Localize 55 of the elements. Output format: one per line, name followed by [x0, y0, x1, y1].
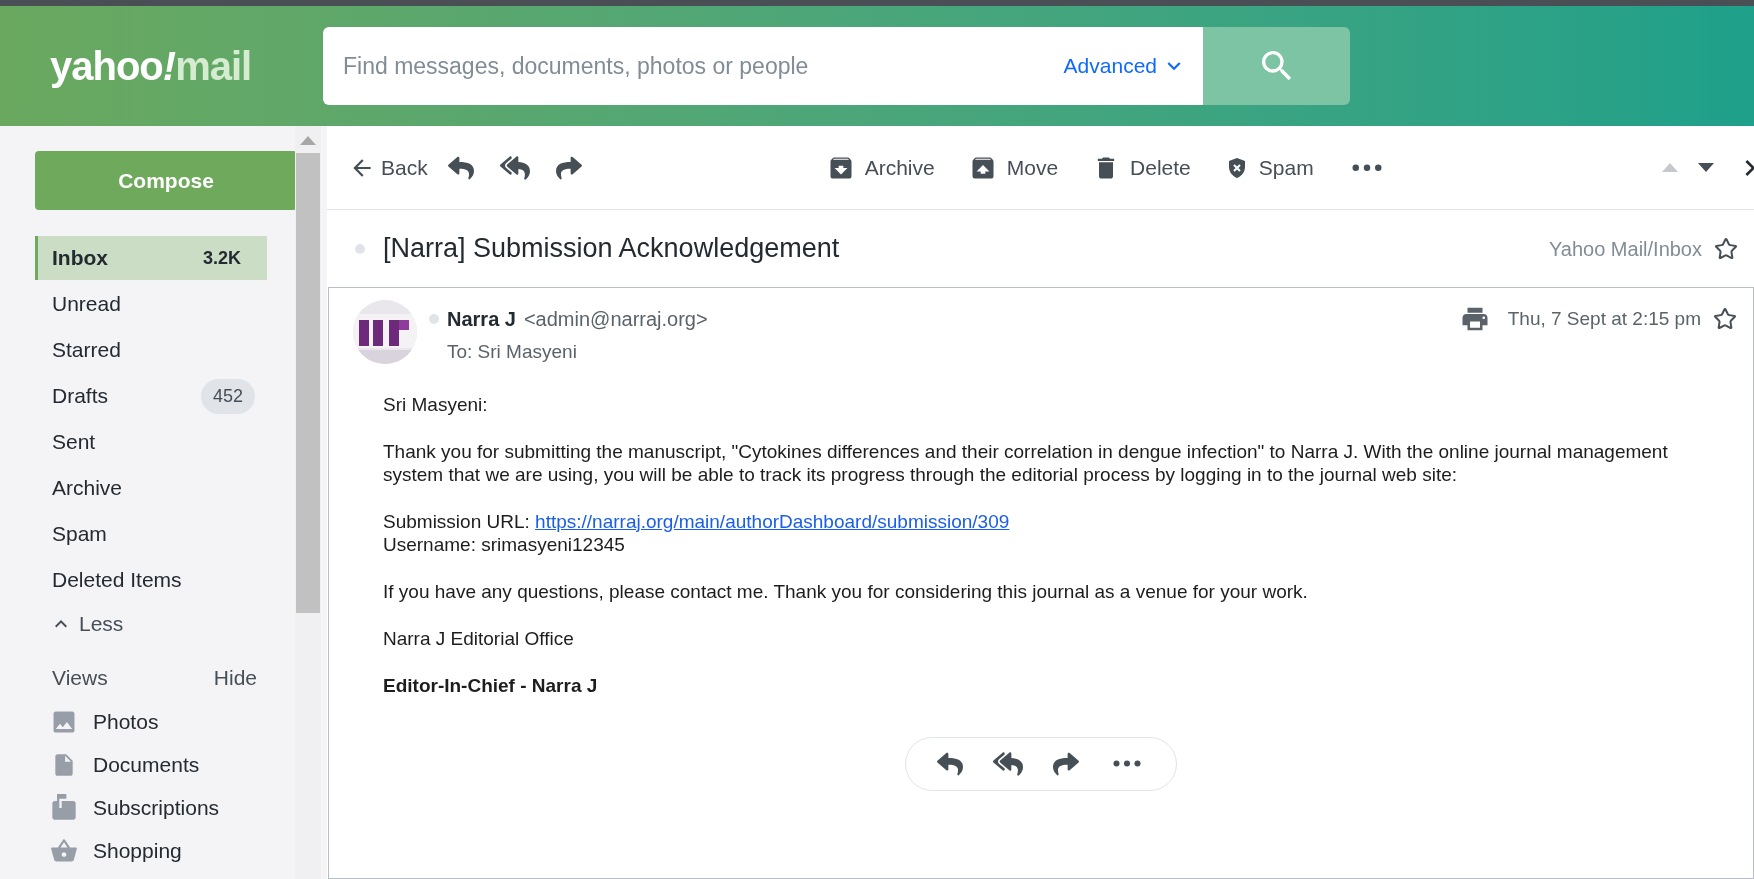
- view-item[interactable]: Shopping: [35, 829, 267, 872]
- toolbar-action[interactable]: Spam: [1224, 151, 1314, 184]
- folder-item[interactable]: Spam: [35, 512, 267, 556]
- sender-name: Narra J: [447, 307, 516, 332]
- forward-button[interactable]: [1053, 750, 1079, 777]
- more-icon: [1351, 163, 1382, 172]
- basket-icon: [50, 836, 78, 865]
- signature-title: Editor-In-Chief - Narra J: [383, 673, 599, 697]
- views-heading: Views: [52, 665, 108, 692]
- body-paragraph: Sri Masyeni:: [383, 392, 489, 416]
- recipient: To: Sri Masyeni: [447, 340, 578, 364]
- forward-icon: [1053, 750, 1079, 777]
- scrollbar[interactable]: [295, 126, 321, 879]
- detail-line: Username: srimasyeni12345: [383, 532, 626, 556]
- count-badge: 452: [200, 378, 255, 414]
- toolbar-action[interactable]: Move: [968, 151, 1059, 184]
- forward-icon: [555, 154, 582, 181]
- folder-item[interactable]: Inbox 3.2K: [35, 236, 267, 280]
- star-icon[interactable]: [1713, 307, 1737, 331]
- next-icon[interactable]: [1698, 163, 1714, 172]
- count-label: 3.2K: [202, 246, 241, 270]
- mailbox-icon: [50, 793, 78, 822]
- folder-item[interactable]: Starred: [35, 328, 267, 372]
- reply-button[interactable]: [937, 750, 963, 777]
- reply-icon: [447, 154, 474, 181]
- body-paragraph: If you have any questions, please contact me. Thank you for considering this journal as a venue for your work.: [383, 579, 1309, 603]
- sender-email: <admin@narraj.org>: [523, 307, 708, 332]
- search-field[interactable]: Find messages, documents, photos or people Advanced: [323, 27, 1203, 105]
- message-date: Thu, 7 Sept at 2:15 pm: [1507, 306, 1701, 331]
- star-icon[interactable]: [1714, 236, 1738, 261]
- reply-icon: [937, 750, 963, 777]
- forward-button[interactable]: [555, 154, 582, 181]
- less-toggle[interactable]: Less: [35, 604, 267, 644]
- back-button[interactable]: Back: [349, 151, 428, 184]
- advanced-button[interactable]: Advanced: [1063, 50, 1187, 82]
- submission-link[interactable]: https://narraj.org/main/authorDashboard/submission/309: [535, 510, 1010, 532]
- toolbar-action[interactable]: Archive: [826, 151, 935, 184]
- reply-button[interactable]: [447, 154, 474, 181]
- folder-item[interactable]: Drafts 452: [35, 374, 267, 418]
- folder-item[interactable]: Sent: [35, 420, 267, 464]
- message-subject: [Narra] Submission Acknowledgement: [383, 232, 840, 266]
- body-paragraph: Narra J Editorial Office: [383, 626, 575, 650]
- detail-line: Submission URL: https://narraj.org/main/authorDashboard/submission/309: [383, 509, 1011, 533]
- toolbar-action[interactable]: Delete: [1092, 151, 1191, 184]
- folder-item[interactable]: Archive: [35, 466, 267, 510]
- view-item[interactable]: Documents: [35, 743, 267, 786]
- scrollbar-thumb[interactable]: [296, 153, 320, 613]
- body-paragraph: Thank you for submitting the manuscript, "Cytokines differences and their correlation in dengue infection" to Narra J. With the online journal management system that we are using, you will be able to track its progress through the editorial process by logging in to the journal web site:: [383, 439, 1669, 486]
- folder-item[interactable]: Deleted Items: [35, 558, 267, 602]
- view-item[interactable]: Photos: [35, 700, 267, 743]
- hide-button[interactable]: Hide: [213, 662, 257, 694]
- more-icon: [1113, 760, 1141, 767]
- view-item[interactable]: Subscriptions: [35, 786, 267, 829]
- folder-path: Yahoo Mail/Inbox: [1548, 236, 1702, 262]
- folder-item[interactable]: Unread: [35, 282, 267, 326]
